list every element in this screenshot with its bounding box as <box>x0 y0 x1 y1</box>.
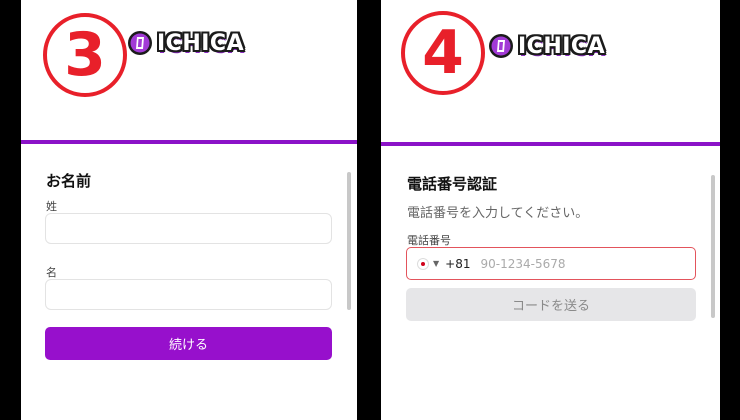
continue-button[interactable]: 続ける <box>45 327 332 360</box>
ichica-logo-icon <box>489 34 513 58</box>
screenshot-panel-step-3: 3 ICHICA お名前 姓 名 続ける <box>21 0 357 420</box>
first-name-label: 名 <box>46 266 57 279</box>
scrollbar[interactable] <box>711 175 715 318</box>
brand-name: ICHICA <box>518 33 606 59</box>
step-number-badge: 4 <box>401 11 485 95</box>
name-section-title: お名前 <box>46 172 92 190</box>
phone-instruction-text: 電話番号を入力してください。 <box>407 206 589 221</box>
last-name-input[interactable] <box>45 213 332 244</box>
phone-number-label: 電話番号 <box>407 234 451 247</box>
scrollbar[interactable] <box>347 172 351 310</box>
first-name-input[interactable] <box>45 279 332 310</box>
phone-number-placeholder[interactable]: 90-1234-5678 <box>480 257 565 271</box>
send-code-button[interactable]: コードを送る <box>406 288 696 321</box>
japan-flag-icon[interactable] <box>417 257 429 270</box>
brand-name: ICHICA <box>157 30 245 56</box>
last-name-label: 姓 <box>46 200 57 213</box>
country-code: +81 <box>445 256 471 271</box>
brand-logo: ICHICA <box>488 33 605 59</box>
chevron-down-icon[interactable]: ▼ <box>433 259 439 268</box>
header-divider <box>381 142 720 146</box>
phone-verification-title: 電話番号認証 <box>407 175 498 193</box>
screenshot-panel-step-4: 4 ICHICA 電話番号認証 電話番号を入力してください。 電話番号 ▼ +8… <box>381 0 720 420</box>
ichica-logo-icon <box>128 31 152 55</box>
brand-logo: ICHICA <box>127 30 244 56</box>
step-number-badge: 3 <box>43 13 127 97</box>
header-divider <box>21 140 357 144</box>
phone-number-field[interactable]: ▼ +81 90-1234-5678 <box>406 247 696 280</box>
